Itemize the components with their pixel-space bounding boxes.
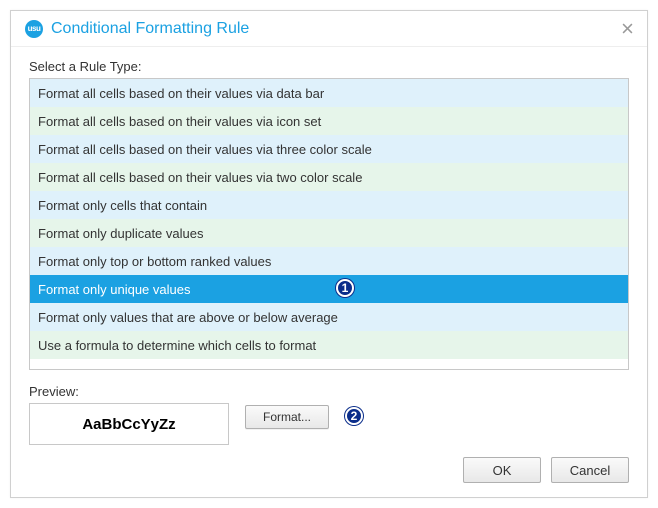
preview-row: AaBbCcYyZz Format... 2	[29, 403, 629, 445]
annotation-badge-1: 1	[336, 279, 354, 297]
conditional-formatting-dialog: usu Conditional Formatting Rule Select a…	[10, 10, 648, 498]
preview-sample-box: AaBbCcYyZz	[29, 403, 229, 445]
rule-item[interactable]: Format all cells based on their values v…	[30, 135, 628, 163]
rule-item[interactable]: Format all cells based on their values v…	[30, 107, 628, 135]
rule-item[interactable]: Format all cells based on their values v…	[30, 79, 628, 107]
dialog-footer: OK Cancel	[463, 457, 629, 483]
dialog-content: Select a Rule Type: Format all cells bas…	[11, 47, 647, 455]
app-icon: usu	[25, 20, 43, 38]
rule-item-selected[interactable]: Format only unique values 1	[30, 275, 628, 303]
rule-type-label: Select a Rule Type:	[29, 59, 629, 74]
rule-type-list[interactable]: Format all cells based on their values v…	[29, 78, 629, 370]
dialog-title: Conditional Formatting Rule	[51, 20, 617, 38]
ok-button[interactable]: OK	[463, 457, 541, 483]
format-button[interactable]: Format...	[245, 405, 329, 429]
close-icon[interactable]	[617, 19, 637, 39]
cancel-button[interactable]: Cancel	[551, 457, 629, 483]
rule-item[interactable]: Format only values that are above or bel…	[30, 303, 628, 331]
rule-item[interactable]: Format only cells that contain	[30, 191, 628, 219]
annotation-badge-2: 2	[345, 407, 363, 425]
preview-sample-text: AaBbCcYyZz	[82, 416, 175, 433]
titlebar: usu Conditional Formatting Rule	[11, 11, 647, 47]
rule-item[interactable]: Format only duplicate values	[30, 219, 628, 247]
rule-item[interactable]: Format only top or bottom ranked values	[30, 247, 628, 275]
rule-item[interactable]: Format all cells based on their values v…	[30, 163, 628, 191]
preview-label: Preview:	[29, 384, 629, 399]
rule-item[interactable]: Use a formula to determine which cells t…	[30, 331, 628, 359]
